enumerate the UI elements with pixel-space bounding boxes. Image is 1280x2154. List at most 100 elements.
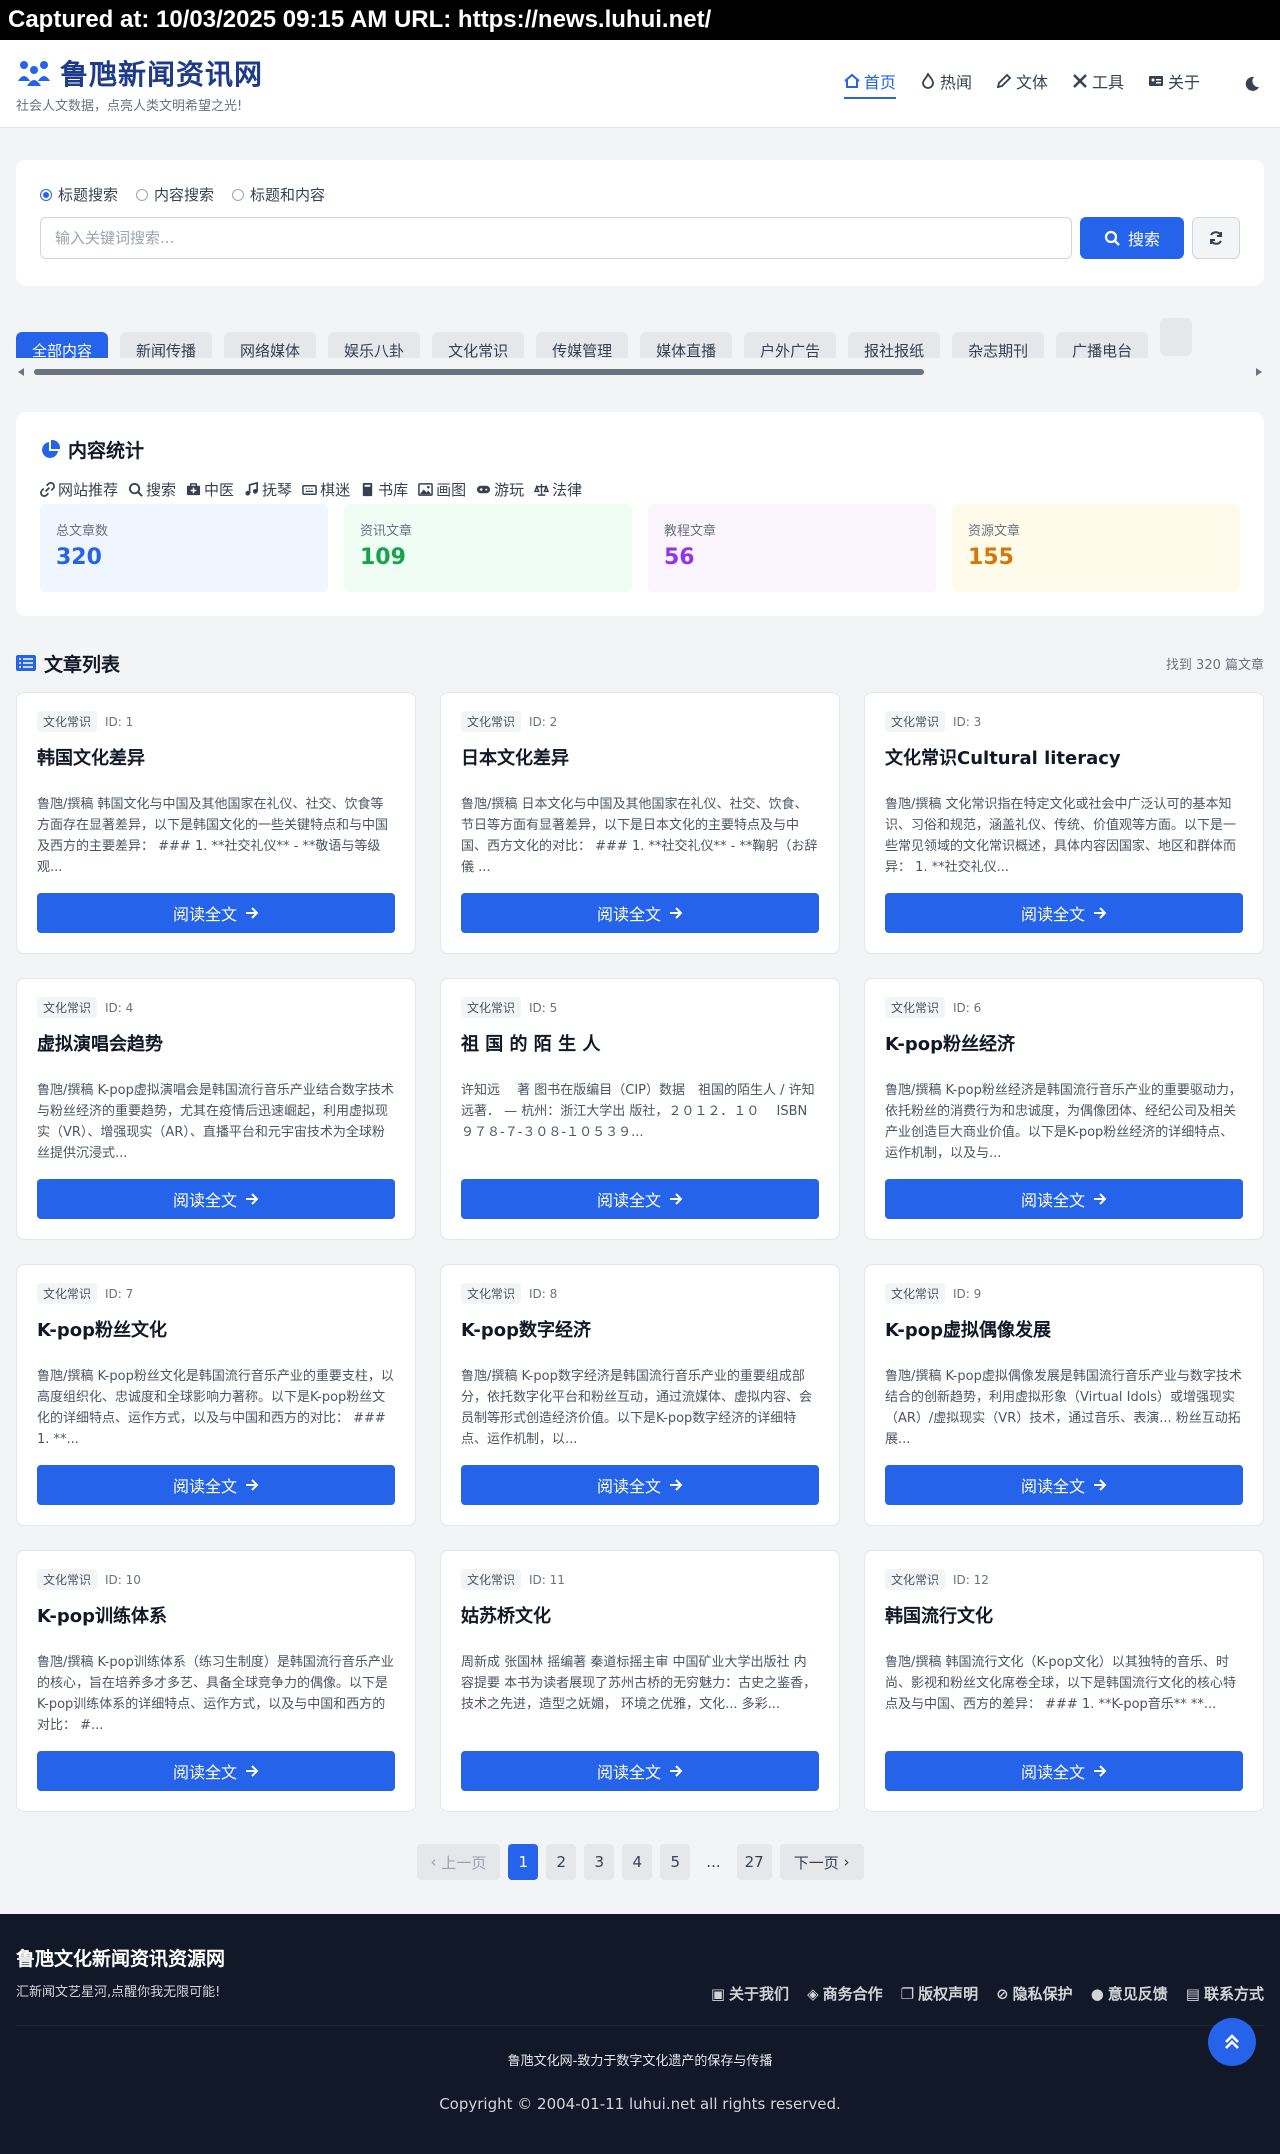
- article-category-tag[interactable]: 文化常识: [885, 1569, 946, 1590]
- footer-link-copyright[interactable]: ❐ 版权声明: [901, 1962, 978, 2025]
- article-card[interactable]: 文化常识 ID: 2 日本文化差异 鲁虺/撰稿 日本文化与中国及其他国家在礼仪、社交、…: [440, 692, 840, 954]
- article-card[interactable]: 文化常识 ID: 1 韩国文化差异 鲁虺/撰稿 韩国文化与中国及其他国家在礼仪、社交、…: [16, 692, 416, 954]
- read-more-button[interactable]: 阅读全文: [461, 893, 819, 933]
- page-button[interactable]: 4: [622, 1844, 653, 1880]
- article-category-tag[interactable]: 文化常识: [37, 1283, 98, 1304]
- link-library[interactable]: 书库: [360, 479, 408, 500]
- article-card[interactable]: 文化常识 ID: 5 祖 国 的 陌 生 人许知远 著 图书在版编目（CIP）数据 …: [440, 978, 840, 1240]
- scroll-left-arrow-icon[interactable]: [18, 368, 24, 376]
- scroll-thumb[interactable]: [34, 369, 924, 375]
- article-category-tag[interactable]: 文化常识: [461, 711, 522, 732]
- article-title[interactable]: K-pop粉丝经济: [885, 1030, 1243, 1056]
- read-more-button[interactable]: 阅读全文: [885, 1751, 1243, 1791]
- article-card[interactable]: 文化常识 ID: 8 K-pop数字经济 鲁虺/撰稿 K-pop数字经济是韩国流行音乐…: [440, 1264, 840, 1526]
- article-category-tag[interactable]: 文化常识: [885, 1283, 946, 1304]
- nav-arts[interactable]: 文体: [996, 69, 1048, 99]
- category-tab[interactable]: 报社报纸: [848, 332, 941, 358]
- search-mode-content[interactable]: 内容搜索: [136, 184, 214, 205]
- category-tab[interactable]: 娱乐八卦: [328, 332, 421, 358]
- link-site-recommend[interactable]: 网站推荐: [40, 479, 118, 500]
- read-more-button[interactable]: 阅读全文: [37, 893, 395, 933]
- article-title[interactable]: K-pop虚拟偶像发展: [885, 1316, 1243, 1342]
- article-title[interactable]: 韩国流行文化: [885, 1602, 1243, 1628]
- search-mode-title[interactable]: 标题搜索: [40, 184, 118, 205]
- read-more-button[interactable]: 阅读全文: [885, 1465, 1243, 1505]
- brand[interactable]: 鲁虺新闻资讯网 社会人文数据，点亮人类文明希望之光!: [16, 53, 263, 114]
- theme-toggle-button[interactable]: [1240, 72, 1264, 96]
- article-category-tag[interactable]: 文化常识: [461, 997, 522, 1018]
- refresh-button[interactable]: [1192, 217, 1240, 259]
- article-card[interactable]: 文化常识 ID: 3 文化常识Cultural literacy 鲁虺/撰稿 文化常识…: [864, 692, 1264, 954]
- read-more-button[interactable]: 阅读全文: [37, 1465, 395, 1505]
- next-page-button[interactable]: 下一页 ›: [779, 1844, 864, 1880]
- footer-link-privacy[interactable]: ⊘ 隐私保护: [996, 1962, 1073, 2025]
- read-more-button[interactable]: 阅读全文: [885, 893, 1243, 933]
- article-category-tag[interactable]: 文化常识: [37, 711, 98, 732]
- search-button[interactable]: 搜索: [1080, 217, 1184, 259]
- read-more-button[interactable]: 阅读全文: [885, 1179, 1243, 1219]
- read-more-button[interactable]: 阅读全文: [37, 1751, 395, 1791]
- search-input[interactable]: [40, 217, 1072, 259]
- read-more-button[interactable]: 阅读全文: [461, 1465, 819, 1505]
- footer-link-about[interactable]: ▣ 关于我们: [711, 1962, 789, 2025]
- link-chess[interactable]: 棋迷: [302, 479, 350, 500]
- read-more-button[interactable]: 阅读全文: [37, 1179, 395, 1219]
- article-category-tag[interactable]: 文化常识: [885, 997, 946, 1018]
- article-card[interactable]: 文化常识 ID: 11 姑苏桥文化 周新成 张国林 摇编著 秦道标摇主审 中国矿业大学…: [440, 1550, 840, 1812]
- category-tab[interactable]: 户外广告: [744, 332, 837, 358]
- nav-hot[interactable]: 热闻: [920, 69, 972, 99]
- category-scrollbar[interactable]: [16, 366, 1264, 378]
- page-button[interactable]: 5: [660, 1844, 691, 1880]
- category-tab[interactable]: 广播电台: [1056, 332, 1149, 358]
- category-tab[interactable]: 媒体直播: [640, 332, 733, 358]
- read-more-button[interactable]: 阅读全文: [461, 1179, 819, 1219]
- article-title[interactable]: 虚拟演唱会趋势: [37, 1030, 395, 1056]
- article-card[interactable]: 文化常识 ID: 10 K-pop训练体系 鲁虺/撰稿 K-pop训练体系（练习生制度…: [16, 1550, 416, 1812]
- link-play[interactable]: 游玩: [476, 479, 524, 500]
- back-to-top-button[interactable]: [1208, 2018, 1256, 2066]
- article-title[interactable]: K-pop训练体系: [37, 1602, 395, 1628]
- article-category-tag[interactable]: 文化常识: [885, 711, 946, 732]
- page-button[interactable]: 3: [584, 1844, 615, 1880]
- page-button[interactable]: 1: [508, 1844, 539, 1880]
- article-title[interactable]: K-pop粉丝文化: [37, 1316, 395, 1342]
- article-category-tag[interactable]: 文化常识: [461, 1283, 522, 1304]
- article-card[interactable]: 文化常识 ID: 6 K-pop粉丝经济 鲁虺/撰稿 K-pop粉丝经济是韩国流行音乐…: [864, 978, 1264, 1240]
- page-button-last[interactable]: 27: [736, 1844, 772, 1880]
- article-card[interactable]: 文化常识 ID: 12 韩国流行文化 鲁虺/撰稿 韩国流行文化（K-pop文化）以其独…: [864, 1550, 1264, 1812]
- search-mode-both[interactable]: 标题和内容: [232, 184, 325, 205]
- scroll-right-arrow-icon[interactable]: [1256, 368, 1262, 376]
- link-law[interactable]: 法律: [534, 479, 582, 500]
- article-title[interactable]: 韩国文化差异: [37, 744, 395, 770]
- article-title[interactable]: 日本文化差异: [461, 744, 819, 770]
- nav-home[interactable]: 首页: [843, 69, 896, 99]
- link-draw[interactable]: 画图: [418, 479, 466, 500]
- article-title[interactable]: 姑苏桥文化: [461, 1602, 819, 1628]
- nav-about[interactable]: 关于: [1148, 69, 1200, 99]
- link-tcm[interactable]: 中医: [186, 479, 234, 500]
- category-tab[interactable]: 文化常识: [432, 332, 525, 358]
- article-card[interactable]: 文化常识 ID: 9 K-pop虚拟偶像发展 鲁虺/撰稿 K-pop虚拟偶像发展是韩国…: [864, 1264, 1264, 1526]
- article-card[interactable]: 文化常识 ID: 7 K-pop粉丝文化 鲁虺/撰稿 K-pop粉丝文化是韩国流行音乐…: [16, 1264, 416, 1526]
- article-category-tag[interactable]: 文化常识: [461, 1569, 522, 1590]
- read-more-button[interactable]: 阅读全文: [461, 1751, 819, 1791]
- category-tab[interactable]: 传媒管理: [536, 332, 629, 358]
- category-tab[interactable]: 新闻传播: [120, 332, 213, 358]
- footer-link-contact[interactable]: ▤ 联系方式: [1186, 1962, 1264, 2025]
- nav-tools[interactable]: 工具: [1072, 69, 1124, 99]
- category-tab[interactable]: 杂志期刊: [952, 332, 1045, 358]
- link-guqin[interactable]: 抚琴: [244, 479, 292, 500]
- article-card[interactable]: 文化常识 ID: 4 虚拟演唱会趋势 鲁虺/撰稿 K-pop虚拟演唱会是韩国流行音乐产…: [16, 978, 416, 1240]
- article-title[interactable]: 文化常识Cultural literacy: [885, 744, 1243, 770]
- link-search[interactable]: 搜索: [128, 479, 176, 500]
- category-tab-all[interactable]: 全部内容: [16, 332, 109, 358]
- page-button[interactable]: 2: [546, 1844, 577, 1880]
- article-category-tag[interactable]: 文化常识: [37, 997, 98, 1018]
- article-category-tag[interactable]: 文化常识: [37, 1569, 98, 1590]
- article-title[interactable]: K-pop数字经济: [461, 1316, 819, 1342]
- category-tab[interactable]: 网络媒体: [224, 332, 317, 358]
- prev-page-button[interactable]: ‹ 上一页: [416, 1844, 501, 1880]
- category-tab[interactable]: [1160, 318, 1193, 356]
- article-title[interactable]: 祖 国 的 陌 生 人: [461, 1030, 819, 1056]
- footer-link-business[interactable]: ◈ 商务合作: [807, 1962, 883, 2025]
